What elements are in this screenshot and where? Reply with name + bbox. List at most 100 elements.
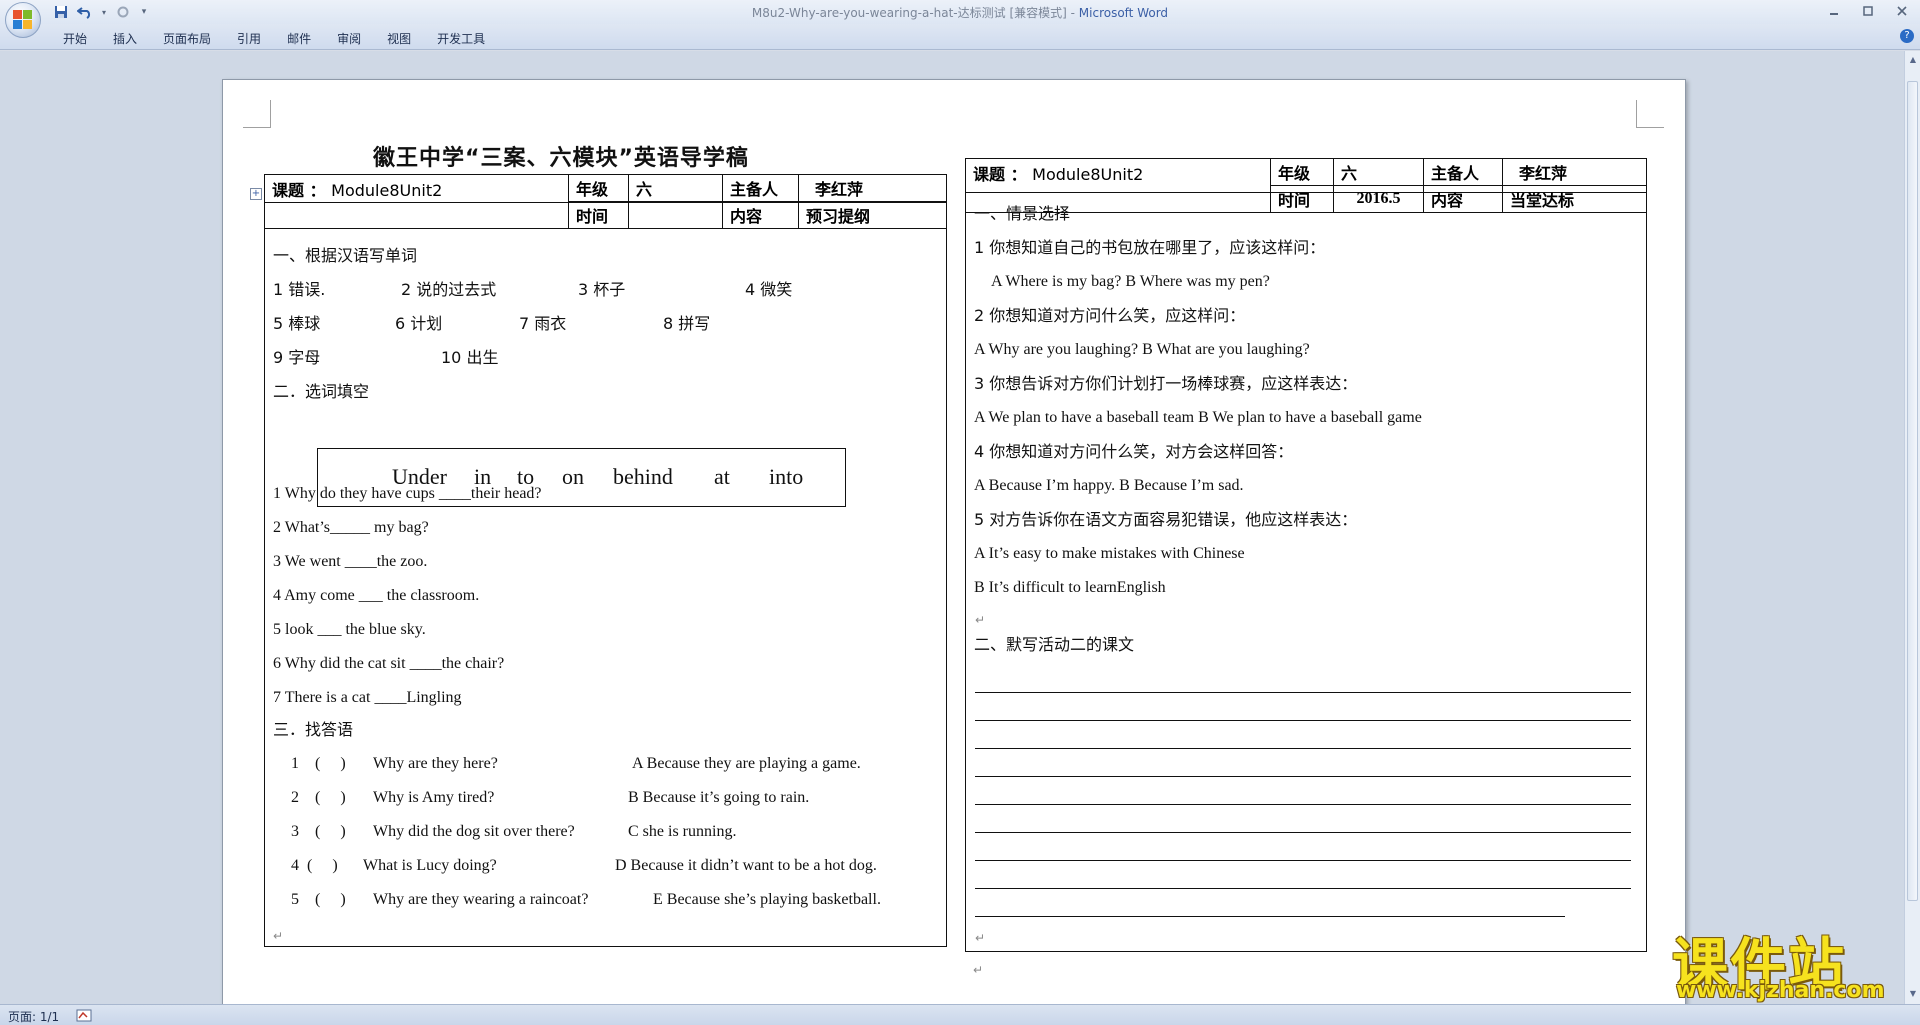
fill-blank-sentence: 4 Amy come ___ the classroom. [273,587,480,604]
left-section1-heading: 一、根据汉语写单词 [273,246,418,265]
writing-line[interactable] [975,692,1631,693]
match-answer-bracket[interactable]: ( ) [315,890,346,910]
vocab-item: 9 字母 [273,348,321,367]
scroll-up-arrow-icon[interactable]: ▲ [1908,55,1918,65]
match-answer-bracket[interactable]: ( ) [315,754,346,774]
vocab-item: 2 说的过去式 [401,280,497,299]
match-answer-bracket[interactable]: ( ) [315,788,346,808]
paragraph-mark-icon: ↵ [975,931,986,945]
ribbon-tab-bar: 开始 插入 页面布局 引用 邮件 审阅 视图 开发工具 ? [0,24,1920,50]
match-question: Why did the dog sit over there? [373,823,575,840]
match-answer-bracket[interactable]: ( ) [307,856,338,876]
office-button[interactable] [5,2,41,38]
crop-mark-top-right [1636,100,1664,128]
left-content-value: 预习提纲 [798,201,947,229]
minimize-icon[interactable] [1824,2,1844,20]
scrollbar-thumb[interactable] [1907,81,1918,901]
vocab-item: 8 拼写 [663,314,711,333]
right-content-label: 内容 [1423,185,1503,213]
left-content-box [264,202,947,947]
vocab-item: 6 计划 [395,314,443,333]
left-topic-value: Module8Unit2 [331,181,443,200]
right-preparer-label: 主备人 [1423,158,1503,186]
vocab-item: 10 出生 [441,348,499,367]
scenario-line: 5 对方告诉你在语文方面容易犯错误，他应这样表达： [974,510,1358,529]
match-answer: B Because it’s going to rain. [628,789,810,806]
fill-blank-sentence: 2 What’s_____ my bag? [273,519,429,536]
right-grade-value: 六 [1333,158,1424,186]
left-topic-label: 课题 ： [272,181,326,200]
right-topic-value: Module8Unit2 [1032,165,1144,184]
scenario-line: 1 你想知道自己的书包放在哪里了，应该这样问： [974,238,1326,257]
help-icon[interactable]: ? [1900,29,1914,43]
writing-line[interactable] [975,832,1631,833]
vocab-item: 4 微笑 [745,280,793,299]
tab-references[interactable]: 引用 [224,28,274,49]
status-page-count[interactable]: 页面: 1/1 [8,1008,59,1025]
left-preparer-value: 李红萍 [798,174,947,202]
match-answer: C she is running. [628,823,737,840]
document-page[interactable]: 徽王中学“三案、六模块”英语导学稿 + 课题 ： Module8Unit2 年级… [222,79,1686,1004]
word-bank-item: at [714,464,730,489]
paragraph-mark-icon: ↵ [975,613,986,627]
vertical-scrollbar[interactable]: ▲ ▼ [1904,51,1920,1004]
writing-line[interactable] [975,720,1631,721]
right-preparer-value: 李红萍 [1502,158,1647,186]
left-preparer-label: 主备人 [722,174,799,202]
proofing-status-icon[interactable] [76,1008,92,1022]
window-controls [1824,2,1912,20]
scenario-line: B It’s difficult to learnEnglish [974,579,1166,596]
scenario-line: A Where is my bag? B Where was my pen? [991,273,1270,290]
tab-review[interactable]: 审阅 [324,28,374,49]
tab-developer[interactable]: 开发工具 [424,28,498,49]
tab-page-layout[interactable]: 页面布局 [150,28,224,49]
status-bar: 页面: 1/1 [0,1004,1920,1025]
word-bank-item: on [562,464,584,489]
writing-line[interactable] [975,860,1631,861]
tab-insert[interactable]: 插入 [100,28,150,49]
match-row-number: 4 [291,857,299,874]
word-bank-item: behind [613,464,673,489]
writing-line[interactable] [975,748,1631,749]
watermark-url-text: www.kjzhan.com [1676,978,1885,1003]
document-workspace: 徽王中学“三案、六模块”英语导学稿 + 课题 ： Module8Unit2 年级… [0,51,1904,1004]
window-title: M8u2-Why-are-you-wearing-a-hat-达标测试 [兼容模… [0,4,1920,21]
match-row-number: 1 [291,755,299,772]
match-answer-bracket[interactable]: ( ) [315,822,346,842]
left-content-label: 内容 [722,201,799,229]
match-question: Why are they here? [373,755,498,772]
close-icon[interactable] [1892,2,1912,20]
paragraph-mark-icon: ↵ [973,963,984,977]
right-content-value: 当堂达标 [1502,185,1647,213]
match-row-number: 5 [291,891,299,908]
left-time-value [628,201,723,229]
maximize-icon[interactable] [1858,2,1878,20]
fill-blank-sentence: 5 look ___ the blue sky. [273,621,426,638]
match-question: Why are they wearing a raincoat? [373,891,589,908]
right-time-value: 2016.5 [1333,185,1424,213]
vocab-item: 7 雨衣 [519,314,567,333]
scenario-line: A It’s easy to make mistakes with Chines… [974,545,1245,562]
table-move-handle-icon[interactable]: + [250,188,262,200]
left-section2-heading: 二．选词填空 [273,382,370,401]
match-question: What is Lucy doing? [363,857,497,874]
right-section1-heading: 一、情景选择 [974,204,1071,223]
tab-view[interactable]: 视图 [374,28,424,49]
scroll-down-arrow-icon[interactable]: ▼ [1908,989,1918,999]
left-header-table: 课题 ： Module8Unit2 年级 六 主备人 李红萍 时间 内容 预习提… [264,174,947,229]
left-grade-value: 六 [628,174,723,202]
writing-line[interactable] [975,776,1631,777]
tab-home[interactable]: 开始 [50,28,100,49]
crop-mark-top-left [243,100,271,128]
scenario-line: A Because I’m happy. B Because I’m sad. [974,477,1244,494]
writing-line[interactable] [975,916,1565,917]
vocab-item: 3 杯子 [578,280,626,299]
fill-blank-sentence: 7 There is a cat ____Lingling [273,689,462,706]
tab-mailings[interactable]: 邮件 [274,28,324,49]
match-row-number: 3 [291,823,299,840]
writing-line[interactable] [975,804,1631,805]
word-bank-item: into [769,464,804,489]
writing-line[interactable] [975,888,1631,889]
vocab-item: 5 棒球 [273,314,321,333]
scenario-line: A We plan to have a baseball team B We p… [974,409,1422,426]
